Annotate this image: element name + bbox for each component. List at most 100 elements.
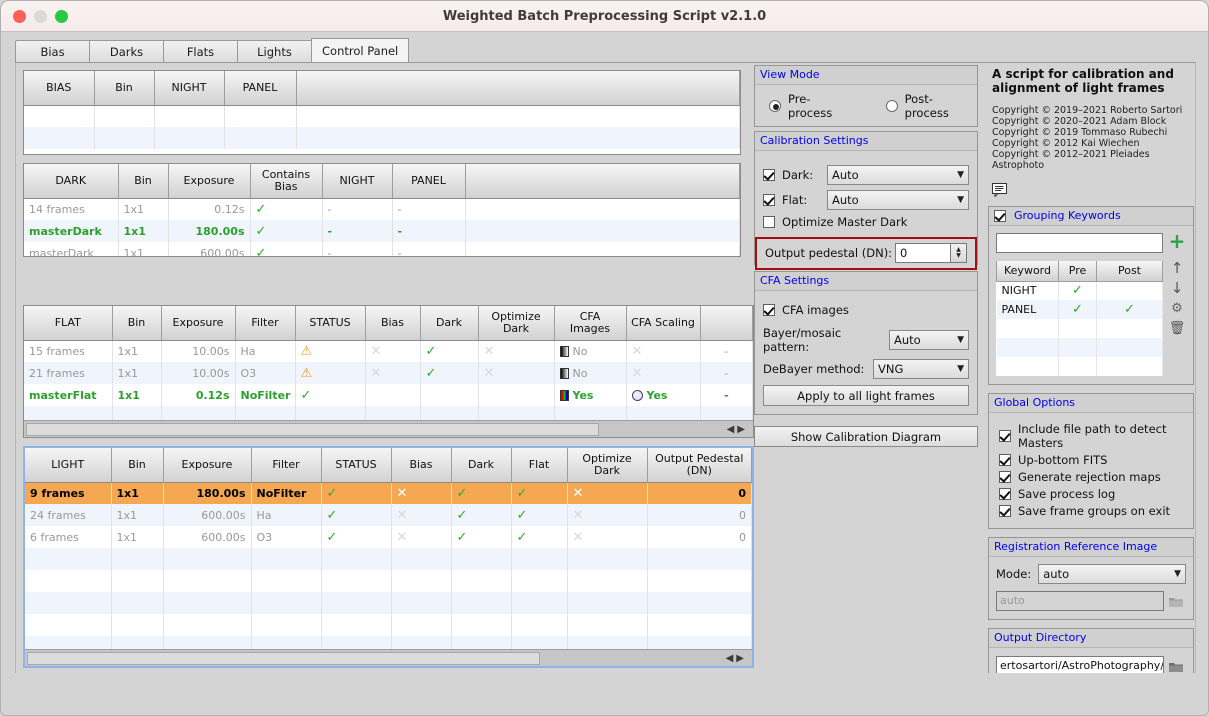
radio-post-process[interactable] (885, 100, 898, 112)
col-flat[interactable]: FLAT (24, 306, 113, 341)
col-filter[interactable]: Filter (251, 448, 322, 483)
registration-mode-select[interactable]: auto ▼ (1038, 564, 1186, 584)
generate-rejection-maps-checkbox[interactable] (999, 471, 1011, 483)
browse-folder-icon[interactable] (1169, 596, 1186, 607)
light-table-hscrollbar[interactable]: ◀▶ (25, 649, 752, 666)
col-dark[interactable]: DARK (24, 164, 119, 199)
global-option-row[interactable]: Save frame groups on exit (999, 504, 1185, 518)
col-dark[interactable]: Dark (420, 306, 479, 341)
col-exposure[interactable]: Exposure (161, 306, 236, 341)
up-bottom-fits-checkbox[interactable] (999, 454, 1011, 466)
list-item[interactable]: PANEL ✓ ✓ (996, 300, 1163, 319)
tab-bias[interactable]: Bias (15, 40, 89, 63)
optimize-master-dark-row[interactable]: Optimize Master Dark (763, 215, 969, 229)
browse-folder-icon[interactable] (1169, 661, 1186, 672)
col-bias[interactable]: BIAS (24, 71, 95, 106)
dark-checkbox[interactable] (763, 169, 775, 181)
main-tab-bar[interactable]: Bias Darks Flats Lights Control Panel (15, 38, 410, 63)
table-row[interactable]: 21 frames 1x1 10.00s O3 ⚠ ✕ ✓ ✕ No ✕ - (24, 362, 753, 384)
dark-select[interactable]: Auto ▼ (827, 165, 969, 185)
cfa-images-row[interactable]: CFA images (763, 303, 969, 317)
add-keyword-icon[interactable]: + (1169, 231, 1186, 251)
table-row[interactable]: masterFlat 1x1 0.12s NoFilter ✓ Yes Yes (24, 384, 753, 406)
col-bin[interactable]: Bin (94, 71, 155, 106)
global-option-row[interactable]: Generate rejection maps (999, 470, 1185, 484)
global-option-row[interactable]: Up-bottom FITS (999, 453, 1185, 467)
show-calibration-diagram-button[interactable]: Show Calibration Diagram (754, 426, 978, 447)
col-flat[interactable]: Flat (511, 448, 568, 483)
col-optimize-dark[interactable]: Optimize Dark (478, 306, 555, 341)
move-up-icon[interactable]: ↑ (1169, 260, 1186, 277)
table-row[interactable]: 15 frames 1x1 10.00s Ha ⚠ ✕ ✓ ✕ No ✕ - (24, 340, 753, 362)
col-contains-bias[interactable]: Contains Bias (250, 164, 323, 199)
registration-path-input[interactable]: auto (996, 591, 1164, 611)
col-night[interactable]: NIGHT (154, 71, 225, 106)
grouping-keywords-table[interactable]: Keyword Pre Post NIGHT ✓ PANEL ✓ ✓ (996, 261, 1163, 376)
table-row[interactable]: 9 frames 1x1 180.00s NoFilter ✓ ✕ ✓ ✓ ✕ … (25, 482, 752, 504)
col-pre[interactable]: Pre (1058, 261, 1097, 282)
col-exposure[interactable]: Exposure (163, 448, 252, 483)
table-row[interactable]: 24 frames 1x1 600.00s Ha ✓ ✕ ✓ ✓ ✕ 0 (25, 504, 752, 526)
delete-icon[interactable]: 🗑 (1169, 320, 1186, 337)
documentation-icon[interactable] (992, 183, 1192, 197)
apply-to-all-light-frames-button[interactable]: Apply to all light frames (763, 385, 969, 406)
col-panel[interactable]: PANEL (392, 164, 466, 199)
tab-lights[interactable]: Lights (237, 40, 311, 63)
cfa-images-checkbox[interactable] (763, 304, 775, 316)
bias-table[interactable]: BIAS Bin NIGHT PANEL (23, 70, 741, 155)
col-panel[interactable]: PANEL (224, 71, 297, 106)
move-down-icon[interactable]: ↓ (1169, 280, 1186, 297)
tab-darks[interactable]: Darks (89, 40, 163, 63)
dark-table[interactable]: DARK Bin Exposure Contains Bias NIGHT PA… (23, 163, 741, 257)
tab-flats[interactable]: Flats (163, 40, 237, 63)
scroll-arrows[interactable]: ◀▶ (726, 653, 752, 664)
flat-table[interactable]: FLAT Bin Exposure Filter STATUS Bias Dar… (23, 305, 754, 438)
col-bias[interactable]: Bias (365, 306, 421, 341)
save-process-log-checkbox[interactable] (999, 488, 1011, 500)
global-option-row[interactable]: Include file path to detect Masters (999, 422, 1185, 450)
flat-checkbox[interactable] (763, 194, 775, 206)
debayer-method-select[interactable]: VNG ▼ (873, 359, 969, 379)
col-bin[interactable]: Bin (111, 448, 164, 483)
stepper-down-icon[interactable]: ▼ (956, 253, 961, 259)
table-row[interactable]: masterDark 1x1 180.00s ✓ - - (24, 220, 740, 242)
light-table[interactable]: LIGHT Bin Exposure Filter STATUS Bias Da… (23, 446, 754, 668)
list-item[interactable]: NIGHT ✓ (996, 281, 1163, 300)
col-bias[interactable]: Bias (391, 448, 452, 483)
radio-pre-process[interactable] (769, 100, 781, 112)
col-cfa-scaling[interactable]: CFA Scaling (626, 306, 701, 341)
table-row[interactable]: 14 frames 1x1 0.12s ✓ - - (24, 198, 740, 220)
col-status[interactable]: STATUS (321, 448, 392, 483)
settings-gear-icon[interactable]: ⚙ (1169, 300, 1186, 317)
output-pedestal-stepper[interactable]: ▲ ▼ (951, 243, 967, 263)
col-exposure[interactable]: Exposure (168, 164, 251, 199)
col-optimize-dark[interactable]: Optimize Dark (567, 448, 648, 483)
col-bin[interactable]: Bin (112, 306, 162, 341)
tab-control-panel[interactable]: Control Panel (311, 38, 410, 63)
grouping-keywords-checkbox[interactable] (994, 209, 1006, 222)
flat-select[interactable]: Auto ▼ (827, 190, 969, 210)
scroll-thumb[interactable] (26, 422, 599, 436)
view-mode-options[interactable]: Pre-process Post-process (755, 85, 977, 126)
col-filter[interactable]: Filter (235, 306, 296, 341)
col-light[interactable]: LIGHT (25, 448, 112, 483)
col-output-pedestal[interactable]: Output Pedestal (DN) (647, 448, 752, 483)
scroll-arrows[interactable]: ◀▶ (727, 424, 753, 435)
col-keyword[interactable]: Keyword (996, 261, 1059, 282)
optimize-master-dark-checkbox[interactable] (763, 216, 775, 228)
output-pedestal-input[interactable]: 0 (895, 243, 951, 263)
col-cfa-images[interactable]: CFA Images (554, 306, 627, 341)
col-post[interactable]: Post (1096, 261, 1163, 282)
include-file-path-checkbox[interactable] (999, 430, 1011, 442)
col-status[interactable]: STATUS (295, 306, 366, 341)
save-frame-groups-checkbox[interactable] (999, 505, 1011, 517)
col-dark[interactable]: Dark (451, 448, 512, 483)
grouping-keyword-input[interactable] (996, 233, 1163, 253)
scroll-thumb[interactable] (27, 651, 540, 665)
flat-table-hscrollbar[interactable]: ◀▶ (24, 420, 753, 437)
bayer-pattern-select[interactable]: Auto ▼ (889, 330, 969, 350)
col-bin[interactable]: Bin (118, 164, 169, 199)
table-row[interactable]: masterDark 1x1 600.00s ✓ - - (24, 242, 740, 256)
table-row[interactable]: 6 frames 1x1 600.00s O3 ✓ ✕ ✓ ✓ ✕ 0 (25, 526, 752, 548)
global-option-row[interactable]: Save process log (999, 487, 1185, 501)
